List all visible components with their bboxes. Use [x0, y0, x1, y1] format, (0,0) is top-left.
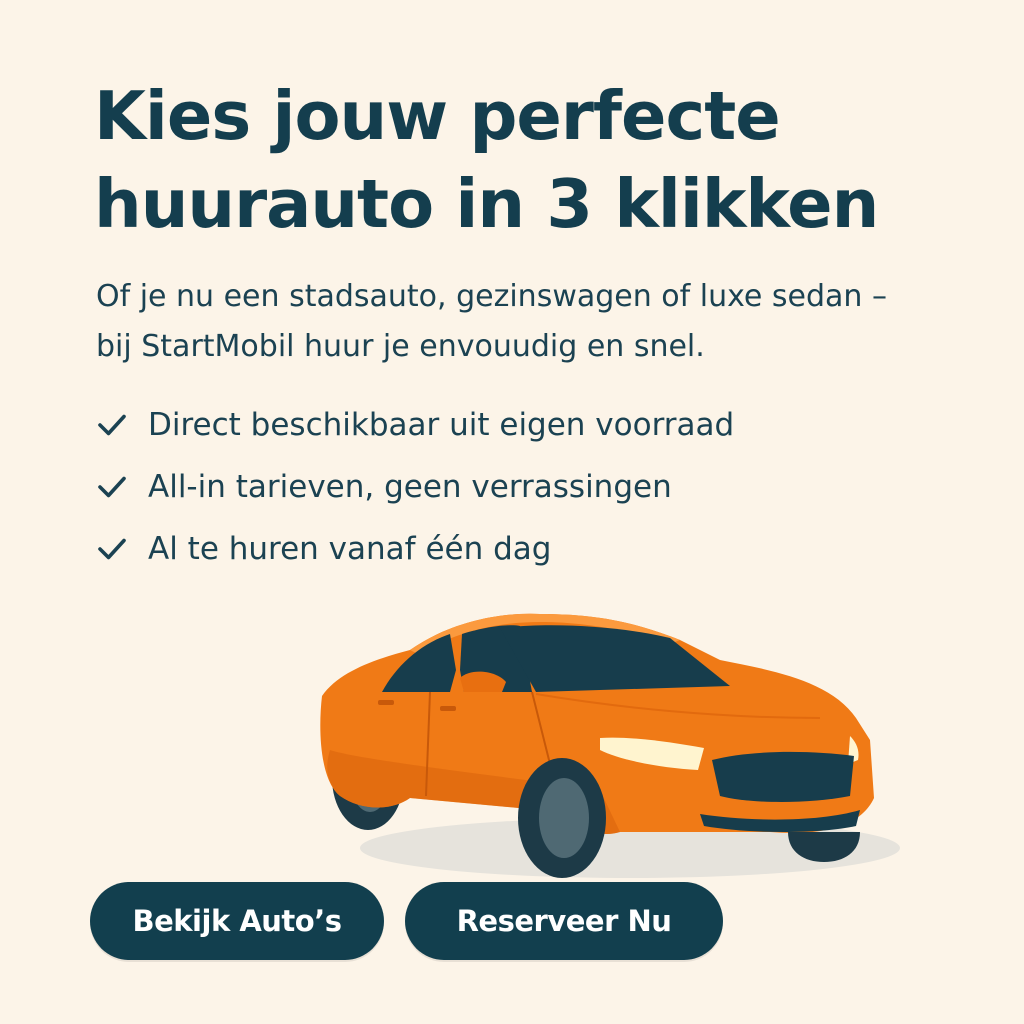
view-cars-button[interactable]: Bekijk Auto’s: [90, 882, 384, 960]
page-subtitle-line-2: bij StartMobil huur je envouudig en snel…: [96, 329, 705, 364]
check-icon: [98, 538, 126, 560]
feature-item: All-in tarieven, geen verrassingen: [96, 456, 734, 518]
check-icon: [98, 414, 126, 436]
windshield: [500, 625, 730, 692]
feature-label: Al te huren vanaf één dag: [148, 531, 552, 567]
check-icon: [98, 476, 126, 498]
page-subtitle: Of je nu een stadsauto, gezinswagen of l…: [96, 272, 976, 372]
front-grille: [712, 751, 854, 802]
feature-item: Direct beschikbaar uit eigen voorraad: [96, 394, 734, 456]
orange-sedan-car-illustration: [320, 613, 900, 878]
page-title: Kies jouw perfecte huurauto in 3 klikken: [94, 72, 944, 248]
feature-list: Direct beschikbaar uit eigen voorraad Al…: [96, 394, 734, 580]
page-subtitle-line-1: Of je nu een stadsauto, gezinswagen of l…: [96, 279, 887, 314]
feature-label: Direct beschikbaar uit eigen voorraad: [148, 407, 735, 443]
feature-item: Al te huren vanaf één dag: [96, 518, 734, 580]
page-title-line-1: Kies jouw perfecte: [94, 77, 781, 155]
reserve-now-button[interactable]: Reserveer Nu: [405, 882, 723, 960]
page-title-line-2: huurauto in 3 klikken: [94, 165, 879, 243]
feature-label: All-in tarieven, geen verrassingen: [148, 469, 672, 505]
